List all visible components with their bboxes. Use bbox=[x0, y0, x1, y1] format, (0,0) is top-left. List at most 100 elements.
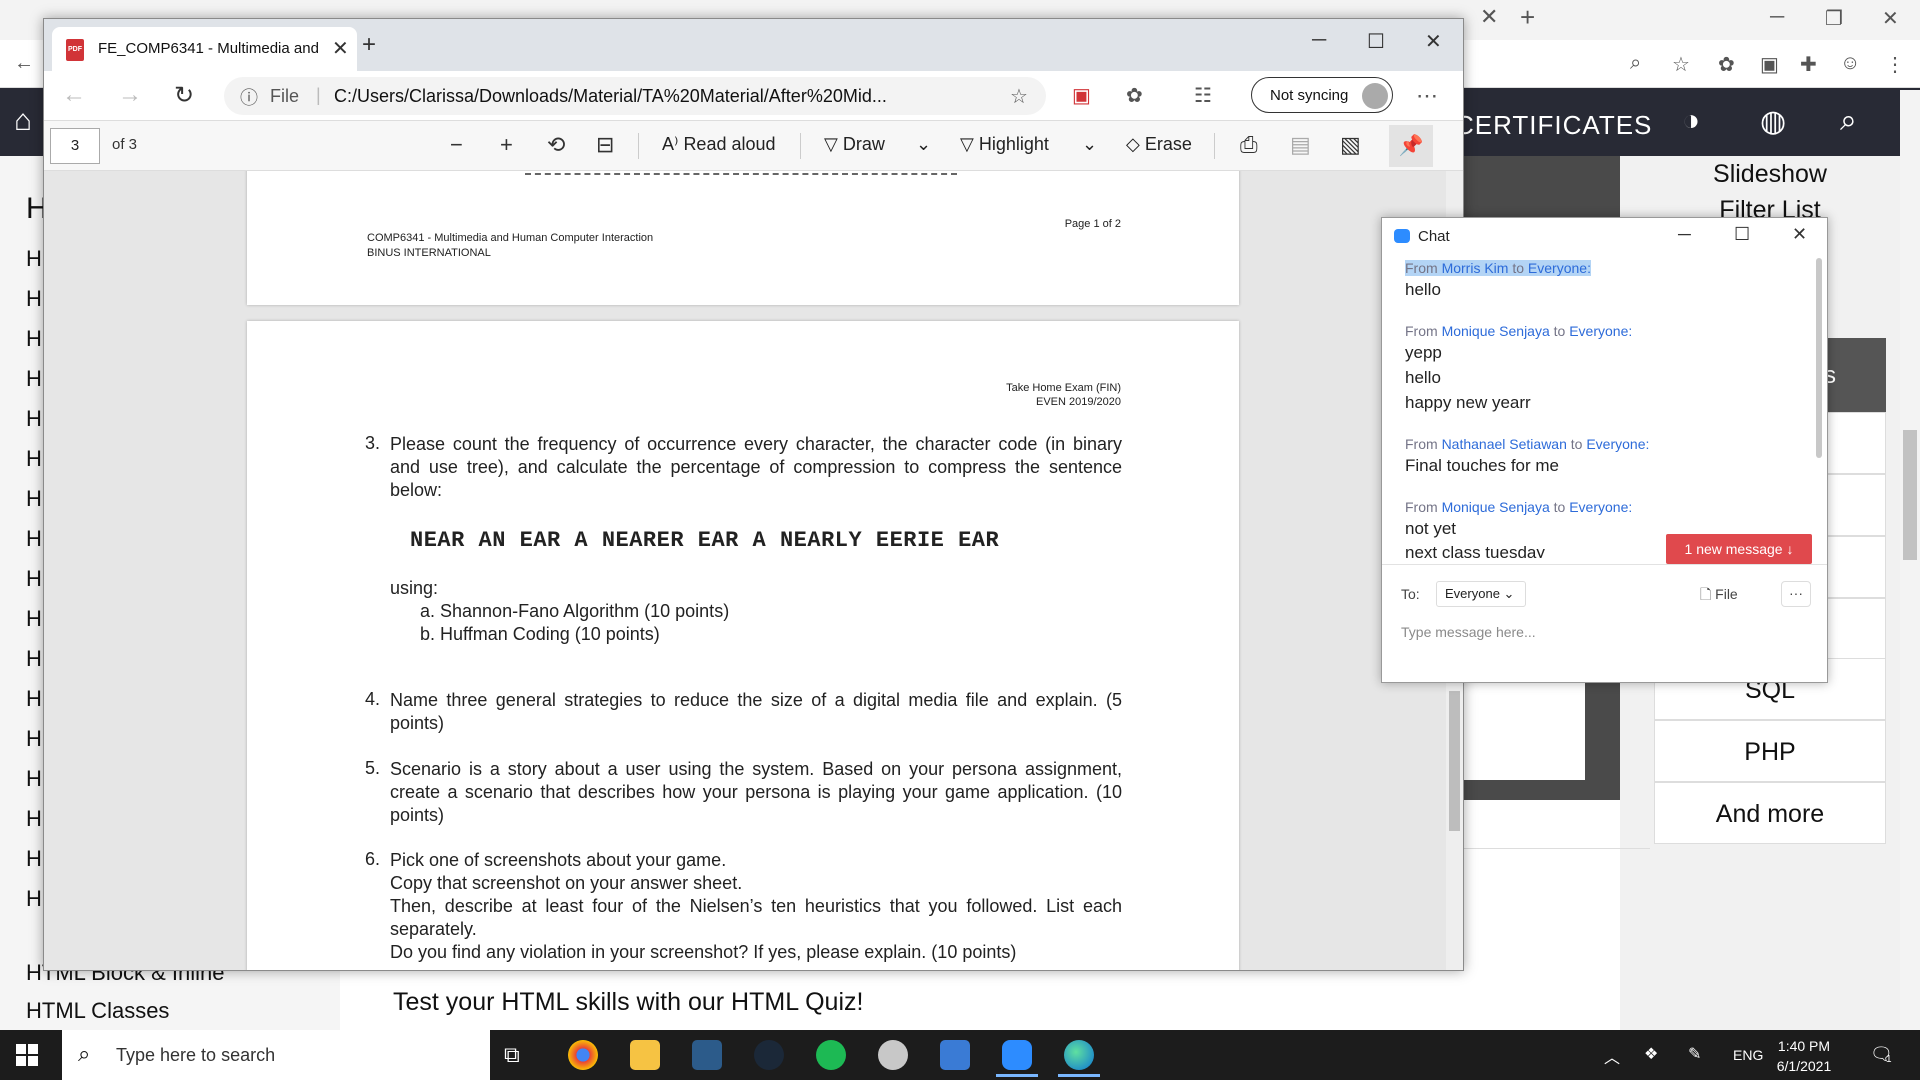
message-sender[interactable]: Nathanael Setiawan bbox=[1442, 436, 1567, 452]
favorites-icon[interactable]: ☷ bbox=[1194, 83, 1212, 108]
new-tab-icon[interactable]: + bbox=[362, 31, 376, 59]
extension-icon[interactable]: ✿ bbox=[1718, 52, 1735, 77]
message-sender[interactable]: Monique Senjaya bbox=[1442, 323, 1550, 339]
pdf-tab[interactable]: PDF FE_COMP6341 - Multimedia and ✕ bbox=[52, 27, 357, 71]
close-tab-icon[interactable]: ✕ bbox=[332, 36, 349, 61]
profile-icon[interactable]: ☺ bbox=[1840, 52, 1860, 75]
bg-scrollbar[interactable] bbox=[1900, 90, 1920, 1030]
promo-php[interactable]: PHP bbox=[1654, 720, 1886, 782]
sidebar-link[interactable]: H bbox=[26, 286, 42, 312]
save-as-icon[interactable]: ▧ bbox=[1340, 132, 1361, 158]
minimize-icon[interactable]: ─ bbox=[1312, 29, 1326, 52]
message-recipient[interactable]: Everyone: bbox=[1586, 436, 1649, 452]
message-sender[interactable]: Morris Kim bbox=[1442, 260, 1509, 276]
chevron-up-icon[interactable]: ︿ bbox=[1604, 1044, 1620, 1068]
edge-icon[interactable] bbox=[1058, 1040, 1100, 1077]
sidebar-link[interactable]: H bbox=[26, 646, 42, 672]
sidebar-link[interactable]: H bbox=[26, 366, 42, 392]
chat-scrollbar[interactable] bbox=[1815, 258, 1823, 558]
sidebar-link[interactable]: H bbox=[26, 486, 42, 512]
print-icon[interactable]: ⎙ bbox=[1240, 132, 1258, 158]
zoom-icon[interactable]: ⌕ bbox=[1630, 52, 1641, 75]
spotify-icon[interactable] bbox=[816, 1040, 846, 1070]
sidebar-link[interactable]: H bbox=[26, 806, 42, 832]
read-aloud-button[interactable]: A⁾ Read aloud bbox=[662, 134, 776, 155]
globe-icon[interactable]: ◍ bbox=[1760, 104, 1786, 139]
file-explorer-icon[interactable] bbox=[630, 1040, 660, 1070]
pdf-extension-icon[interactable]: ▣ bbox=[1072, 83, 1091, 108]
minimize-icon[interactable]: ─ bbox=[1770, 6, 1784, 29]
refresh-icon[interactable]: ↻ bbox=[174, 81, 194, 110]
maximize-icon[interactable]: ☐ bbox=[1367, 29, 1385, 54]
sidebar-link[interactable]: H bbox=[26, 846, 42, 872]
back-icon[interactable]: ← bbox=[62, 81, 86, 109]
star-icon[interactable]: ☆ bbox=[1672, 52, 1690, 77]
new-tab-icon[interactable]: + bbox=[1520, 2, 1535, 33]
rotate-icon[interactable]: ⟲ bbox=[547, 132, 565, 158]
save-icon[interactable]: ▤ bbox=[1290, 132, 1311, 158]
home-icon[interactable]: ⌂ bbox=[14, 104, 32, 138]
draw-dropdown-icon[interactable]: ⌄ bbox=[916, 134, 931, 155]
app-icon[interactable] bbox=[878, 1040, 908, 1070]
url-bar[interactable]: ⓘ File | C:/Users/Clarissa/Downloads/Mat… bbox=[224, 77, 1046, 115]
more-options-button[interactable]: ··· bbox=[1781, 581, 1811, 607]
pen-icon[interactable]: ✎ bbox=[1688, 1044, 1701, 1064]
chat-message-input[interactable] bbox=[1401, 618, 1811, 646]
sidebar-link[interactable]: H bbox=[26, 886, 42, 912]
minimize-icon[interactable]: ─ bbox=[1678, 224, 1691, 245]
sidebar-link[interactable]: H bbox=[26, 566, 42, 592]
close-window-icon[interactable]: ✕ bbox=[1425, 29, 1442, 54]
sidebar-link[interactable]: H bbox=[26, 446, 42, 472]
sidebar-link[interactable]: H bbox=[26, 766, 42, 792]
sidebar-link-html-classes[interactable]: HTML Classes bbox=[26, 998, 169, 1024]
fit-page-icon[interactable]: ⊟ bbox=[596, 132, 614, 158]
promo-and-more[interactable]: And more bbox=[1654, 782, 1886, 844]
task-view-icon[interactable]: ⧉ bbox=[504, 1042, 534, 1072]
clock[interactable]: 1:40 PM 6/1/2021 bbox=[1764, 1036, 1844, 1076]
favorite-icon[interactable]: ☆ bbox=[1010, 84, 1028, 109]
sidebar-link[interactable]: H bbox=[26, 246, 42, 272]
zoom-app-icon[interactable] bbox=[996, 1040, 1038, 1077]
dropbox-icon[interactable]: ❖ bbox=[1644, 1044, 1658, 1064]
chrome-icon[interactable] bbox=[568, 1040, 598, 1070]
pin-toolbar-button[interactable]: 📌 bbox=[1389, 125, 1433, 167]
contrast-icon[interactable]: ◑ bbox=[1682, 104, 1700, 138]
pdf-document-view[interactable]: Page 1 of 2 COMP6341 - Multimedia and Hu… bbox=[44, 171, 1463, 970]
new-message-button[interactable]: 1 new message ↓ bbox=[1666, 534, 1812, 564]
highlight-dropdown-icon[interactable]: ⌄ bbox=[1082, 134, 1097, 155]
sidebar-link[interactable]: H bbox=[26, 406, 42, 432]
sidebar-link[interactable]: H bbox=[26, 526, 42, 552]
extension-icon[interactable]: ▣ bbox=[1760, 52, 1779, 77]
zoom-in-icon[interactable]: + bbox=[500, 132, 513, 158]
more-icon[interactable]: ⋯ bbox=[1416, 83, 1438, 109]
forward-icon[interactable]: → bbox=[118, 81, 142, 109]
puzzle-icon[interactable]: ✚ bbox=[1800, 52, 1817, 77]
profile-sync-button[interactable]: Not syncing bbox=[1251, 77, 1393, 113]
chat-message-list[interactable]: From Morris Kim to Everyone: hello From … bbox=[1382, 258, 1827, 558]
sidebar-link[interactable]: H bbox=[26, 686, 42, 712]
recipient-select[interactable]: Everyone ⌄ bbox=[1436, 581, 1526, 607]
nav-certificates[interactable]: CERTIFICATES bbox=[1455, 110, 1652, 141]
app-icon[interactable] bbox=[940, 1040, 970, 1070]
steam-icon[interactable] bbox=[754, 1040, 784, 1070]
message-recipient[interactable]: Everyone: bbox=[1569, 499, 1632, 515]
promo-slideshow[interactable]: Slideshow bbox=[1654, 160, 1886, 189]
more-icon[interactable]: ⋮ bbox=[1885, 52, 1905, 77]
close-icon[interactable]: ✕ bbox=[1792, 224, 1807, 245]
back-icon[interactable]: ← bbox=[14, 52, 34, 75]
taskbar-search-box[interactable]: ⌕ Type here to search bbox=[62, 1030, 490, 1080]
message-recipient[interactable]: Everyone: bbox=[1569, 323, 1632, 339]
search-icon[interactable]: ⌕ bbox=[1840, 104, 1857, 138]
erase-button[interactable]: ◇ Erase bbox=[1126, 134, 1192, 155]
zoom-out-icon[interactable]: − bbox=[450, 132, 463, 158]
sidebar-link[interactable]: H bbox=[26, 606, 42, 632]
message-recipient[interactable]: Everyone: bbox=[1528, 260, 1591, 276]
url-path[interactable]: C:/Users/Clarissa/Downloads/Material/TA%… bbox=[334, 86, 964, 107]
info-icon[interactable]: ⓘ bbox=[240, 84, 258, 110]
app-icon[interactable] bbox=[692, 1040, 722, 1070]
windows-start-button[interactable] bbox=[16, 1044, 38, 1066]
sidebar-link[interactable]: H bbox=[26, 726, 42, 752]
restore-icon[interactable]: ❐ bbox=[1825, 6, 1843, 31]
highlight-button[interactable]: ▽ Highlight bbox=[960, 134, 1049, 155]
page-number-input[interactable]: 3 bbox=[50, 128, 100, 164]
